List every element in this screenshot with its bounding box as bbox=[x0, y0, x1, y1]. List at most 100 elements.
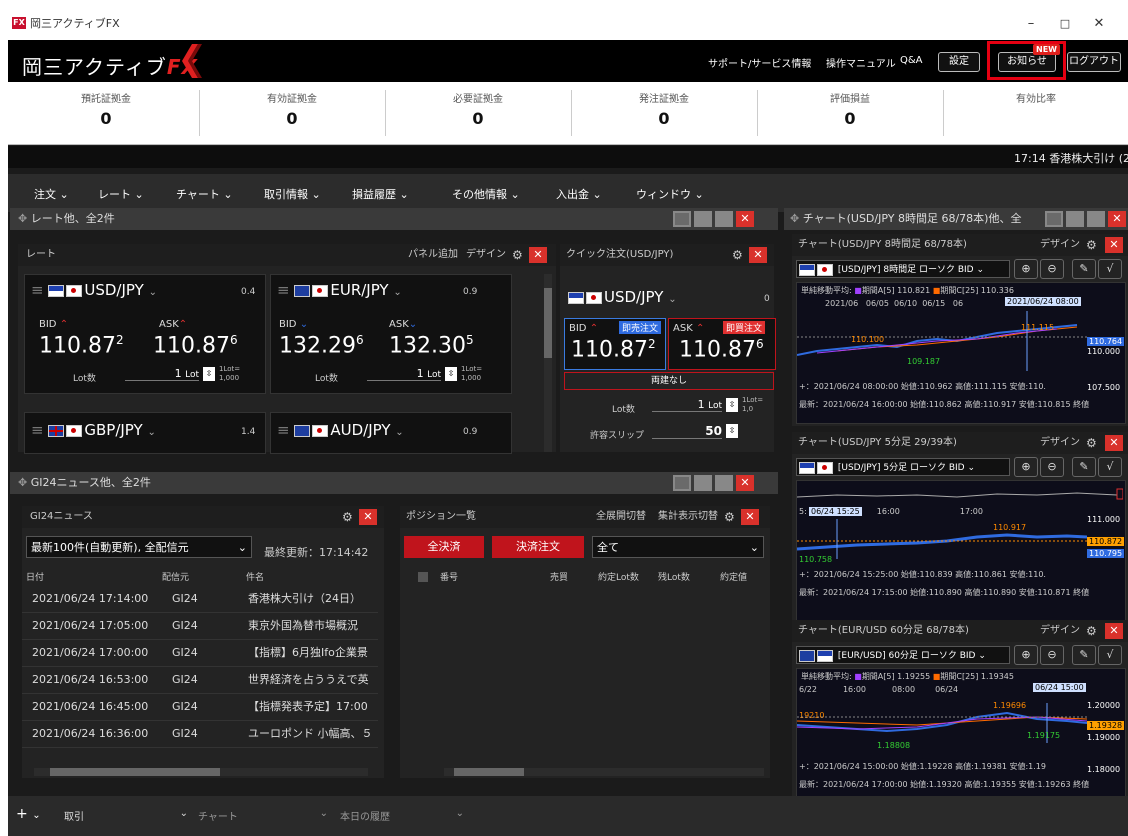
lot-input[interactable]: 1 Lot bbox=[125, 367, 199, 381]
draw-icon[interactable]: ✎ bbox=[1072, 645, 1096, 665]
gear-icon[interactable]: ⚙ bbox=[512, 244, 523, 266]
quick-order-close-button[interactable]: ✕ bbox=[749, 247, 767, 263]
panel-minimize-button[interactable] bbox=[694, 475, 712, 491]
design-link[interactable]: デザイン bbox=[1040, 234, 1080, 256]
gear-icon[interactable]: ⚙ bbox=[724, 506, 735, 528]
minimize-button[interactable]: – bbox=[1018, 14, 1044, 34]
chart-symbol-select[interactable]: [USD/JPY] 5分足 ローソク BID ⌄ bbox=[796, 458, 1010, 476]
select-all-checkbox[interactable] bbox=[418, 572, 428, 582]
rate-tile-eurjpy[interactable]: ≡ EUR/JPY ⌄ 0.9 BID ⌄ ASK⌄ 132.296 132.3… bbox=[270, 274, 512, 394]
news-row[interactable]: 2021/06/24 16:45:00 GI24 【指標発表予定】17:00 bbox=[22, 694, 378, 721]
positions-close-button[interactable]: ✕ bbox=[741, 509, 759, 525]
indicator-icon[interactable]: √ bbox=[1098, 259, 1122, 279]
bottom-tab-history[interactable]: 本日の履歴 ⌄ bbox=[340, 808, 464, 823]
expand-toggle[interactable]: 全展開切替 bbox=[596, 506, 646, 528]
panel-maximize-button[interactable] bbox=[1087, 211, 1105, 227]
zoom-out-icon[interactable]: ⊖ bbox=[1040, 645, 1064, 665]
zoom-in-icon[interactable]: ⊕ bbox=[1014, 645, 1038, 665]
chart-area[interactable]: 5: 16:00 17:00 06/24 15:25 111.000 110.917… bbox=[796, 480, 1126, 622]
chart-close-button[interactable]: ✕ bbox=[1105, 435, 1123, 451]
slippage-stepper[interactable]: ⇳ bbox=[726, 424, 738, 438]
bid-price[interactable]: 132.296 bbox=[279, 333, 364, 358]
link-support[interactable]: サポート/サービス情報 bbox=[708, 55, 811, 70]
maximize-button[interactable]: □ bbox=[1052, 14, 1078, 34]
totals-toggle[interactable]: 集計表示切替 bbox=[658, 506, 718, 528]
gear-icon[interactable]: ⚙ bbox=[1086, 234, 1097, 256]
news-ticker[interactable]: 17:14 香港株大引け (24 bbox=[8, 146, 1128, 168]
ask-price[interactable]: 132.305 bbox=[389, 333, 474, 358]
add-tab-button[interactable]: + ⌄ bbox=[16, 806, 41, 822]
gear-icon[interactable]: ⚙ bbox=[1086, 620, 1097, 642]
ask-price[interactable]: 110.876 bbox=[153, 333, 238, 358]
menu-pnl-history[interactable]: 損益履歴 ⌄ bbox=[352, 186, 409, 202]
lot-input[interactable]: 1 Lot bbox=[367, 367, 441, 381]
news-filter-select[interactable]: 最新100件(自動更新), 全配信元 ⌄ bbox=[26, 536, 252, 558]
indicator-icon[interactable]: √ bbox=[1098, 645, 1122, 665]
lot-stepper[interactable]: ⇳ bbox=[726, 398, 738, 412]
position-filter-select[interactable]: 全て ⌄ bbox=[592, 536, 764, 558]
sell-now-button[interactable]: BID ⌃ 即売注文 110.872 bbox=[564, 318, 666, 370]
menu-order[interactable]: 注文 ⌄ bbox=[34, 186, 69, 202]
bottom-tab-trade[interactable]: 取引 ⌄ bbox=[64, 808, 188, 823]
panel-maximize-button[interactable] bbox=[715, 211, 733, 227]
chart-symbol-select[interactable]: [EUR/USD] 60分足 ローソク BID ⌄ bbox=[796, 646, 1010, 664]
panel-menu-button[interactable] bbox=[673, 475, 691, 491]
panel-close-button[interactable]: ✕ bbox=[736, 475, 754, 491]
menu-deposit[interactable]: 入出金 ⌄ bbox=[556, 186, 602, 202]
news-row[interactable]: 2021/06/24 17:00:00 GI24 【指標】6月独Ifo企業景 bbox=[22, 640, 378, 667]
chart-close-button[interactable]: ✕ bbox=[1105, 623, 1123, 639]
positions-hscrollbar[interactable] bbox=[444, 768, 764, 776]
design-link[interactable]: デザイン bbox=[466, 244, 506, 266]
close-order-button[interactable]: 決済注文 bbox=[492, 536, 584, 558]
draw-icon[interactable]: ✎ bbox=[1072, 259, 1096, 279]
menu-chart[interactable]: チャート ⌄ bbox=[176, 186, 233, 202]
bid-price[interactable]: 110.872 bbox=[39, 333, 124, 358]
zoom-in-icon[interactable]: ⊕ bbox=[1014, 457, 1038, 477]
close-all-button[interactable]: 全決済 bbox=[404, 536, 484, 558]
chart-area[interactable]: 単純移動平均: ■期間A[5] 1.19255 ■期間C[25] 1.19345… bbox=[796, 668, 1126, 806]
gear-icon[interactable]: ⚙ bbox=[732, 244, 743, 266]
news-row[interactable]: 2021/06/24 17:14:00 GI24 香港株大引け（24日） bbox=[22, 586, 378, 613]
lot-stepper[interactable]: ⇳ bbox=[203, 367, 215, 381]
slippage-input[interactable]: 50 bbox=[652, 424, 722, 439]
subpanel-close-button[interactable]: ✕ bbox=[529, 247, 547, 263]
add-panel-link[interactable]: パネル追加 bbox=[408, 244, 458, 266]
buy-now-button[interactable]: ASK ⌃ 即買注文 110.876 bbox=[668, 318, 776, 370]
link-manual[interactable]: 操作マニュアル bbox=[826, 55, 896, 70]
quick-lot-input[interactable]: 1 Lot bbox=[652, 398, 722, 412]
menu-trade-info[interactable]: 取引情報 ⌄ bbox=[264, 186, 321, 202]
rate-tile-audjpy[interactable]: ≡ AUD/JPY ⌄ 0.9 bbox=[270, 412, 512, 454]
indicator-icon[interactable]: √ bbox=[1098, 457, 1122, 477]
lot-stepper[interactable]: ⇳ bbox=[445, 367, 457, 381]
chart-close-button[interactable]: ✕ bbox=[1105, 237, 1123, 253]
panel-minimize-button[interactable] bbox=[1066, 211, 1084, 227]
news-hscrollbar[interactable] bbox=[34, 768, 368, 776]
panel-close-button[interactable]: ✕ bbox=[736, 211, 754, 227]
design-link[interactable]: デザイン bbox=[1040, 432, 1080, 454]
menu-window[interactable]: ウィンドウ ⌄ bbox=[636, 186, 704, 202]
rate-tile-usdjpy[interactable]: ≡ USD/JPY ⌄ 0.4 BID ⌃ ASK⌃ 110.872 110.8… bbox=[24, 274, 266, 394]
chart-symbol-select[interactable]: [USD/JPY] 8時間足 ローソク BID ⌄ bbox=[796, 260, 1010, 278]
panel-minimize-button[interactable] bbox=[694, 211, 712, 227]
bottom-tab-chart[interactable]: チャート ⌄ bbox=[198, 808, 328, 823]
panel-menu-button[interactable] bbox=[673, 211, 691, 227]
menu-rate[interactable]: レート ⌄ bbox=[98, 186, 144, 202]
gear-icon[interactable]: ⚙ bbox=[342, 506, 353, 528]
zoom-out-icon[interactable]: ⊖ bbox=[1040, 259, 1064, 279]
gear-icon[interactable]: ⚙ bbox=[1086, 432, 1097, 454]
draw-icon[interactable]: ✎ bbox=[1072, 457, 1096, 477]
rate-scrollbar[interactable] bbox=[544, 274, 552, 452]
panel-close-button[interactable]: ✕ bbox=[1108, 211, 1126, 227]
zoom-in-icon[interactable]: ⊕ bbox=[1014, 259, 1038, 279]
settings-button[interactable]: 設定 bbox=[938, 52, 980, 72]
pair-dropdown-icon[interactable]: ⌄ bbox=[668, 294, 676, 305]
panel-maximize-button[interactable] bbox=[715, 475, 733, 491]
news-row[interactable]: 2021/06/24 16:36:00 GI24 ユーロポンド 小幅高、５ bbox=[22, 721, 378, 748]
panel-menu-button[interactable] bbox=[1045, 211, 1063, 227]
news-row[interactable]: 2021/06/24 16:53:00 GI24 世界経済を占ううえで英 bbox=[22, 667, 378, 694]
link-qa[interactable]: Q&A bbox=[900, 55, 923, 66]
design-link[interactable]: デザイン bbox=[1040, 620, 1080, 642]
menu-other-info[interactable]: その他情報 ⌄ bbox=[452, 186, 520, 202]
close-button[interactable]: ✕ bbox=[1086, 14, 1112, 34]
logout-button[interactable]: ログアウト bbox=[1067, 52, 1121, 72]
